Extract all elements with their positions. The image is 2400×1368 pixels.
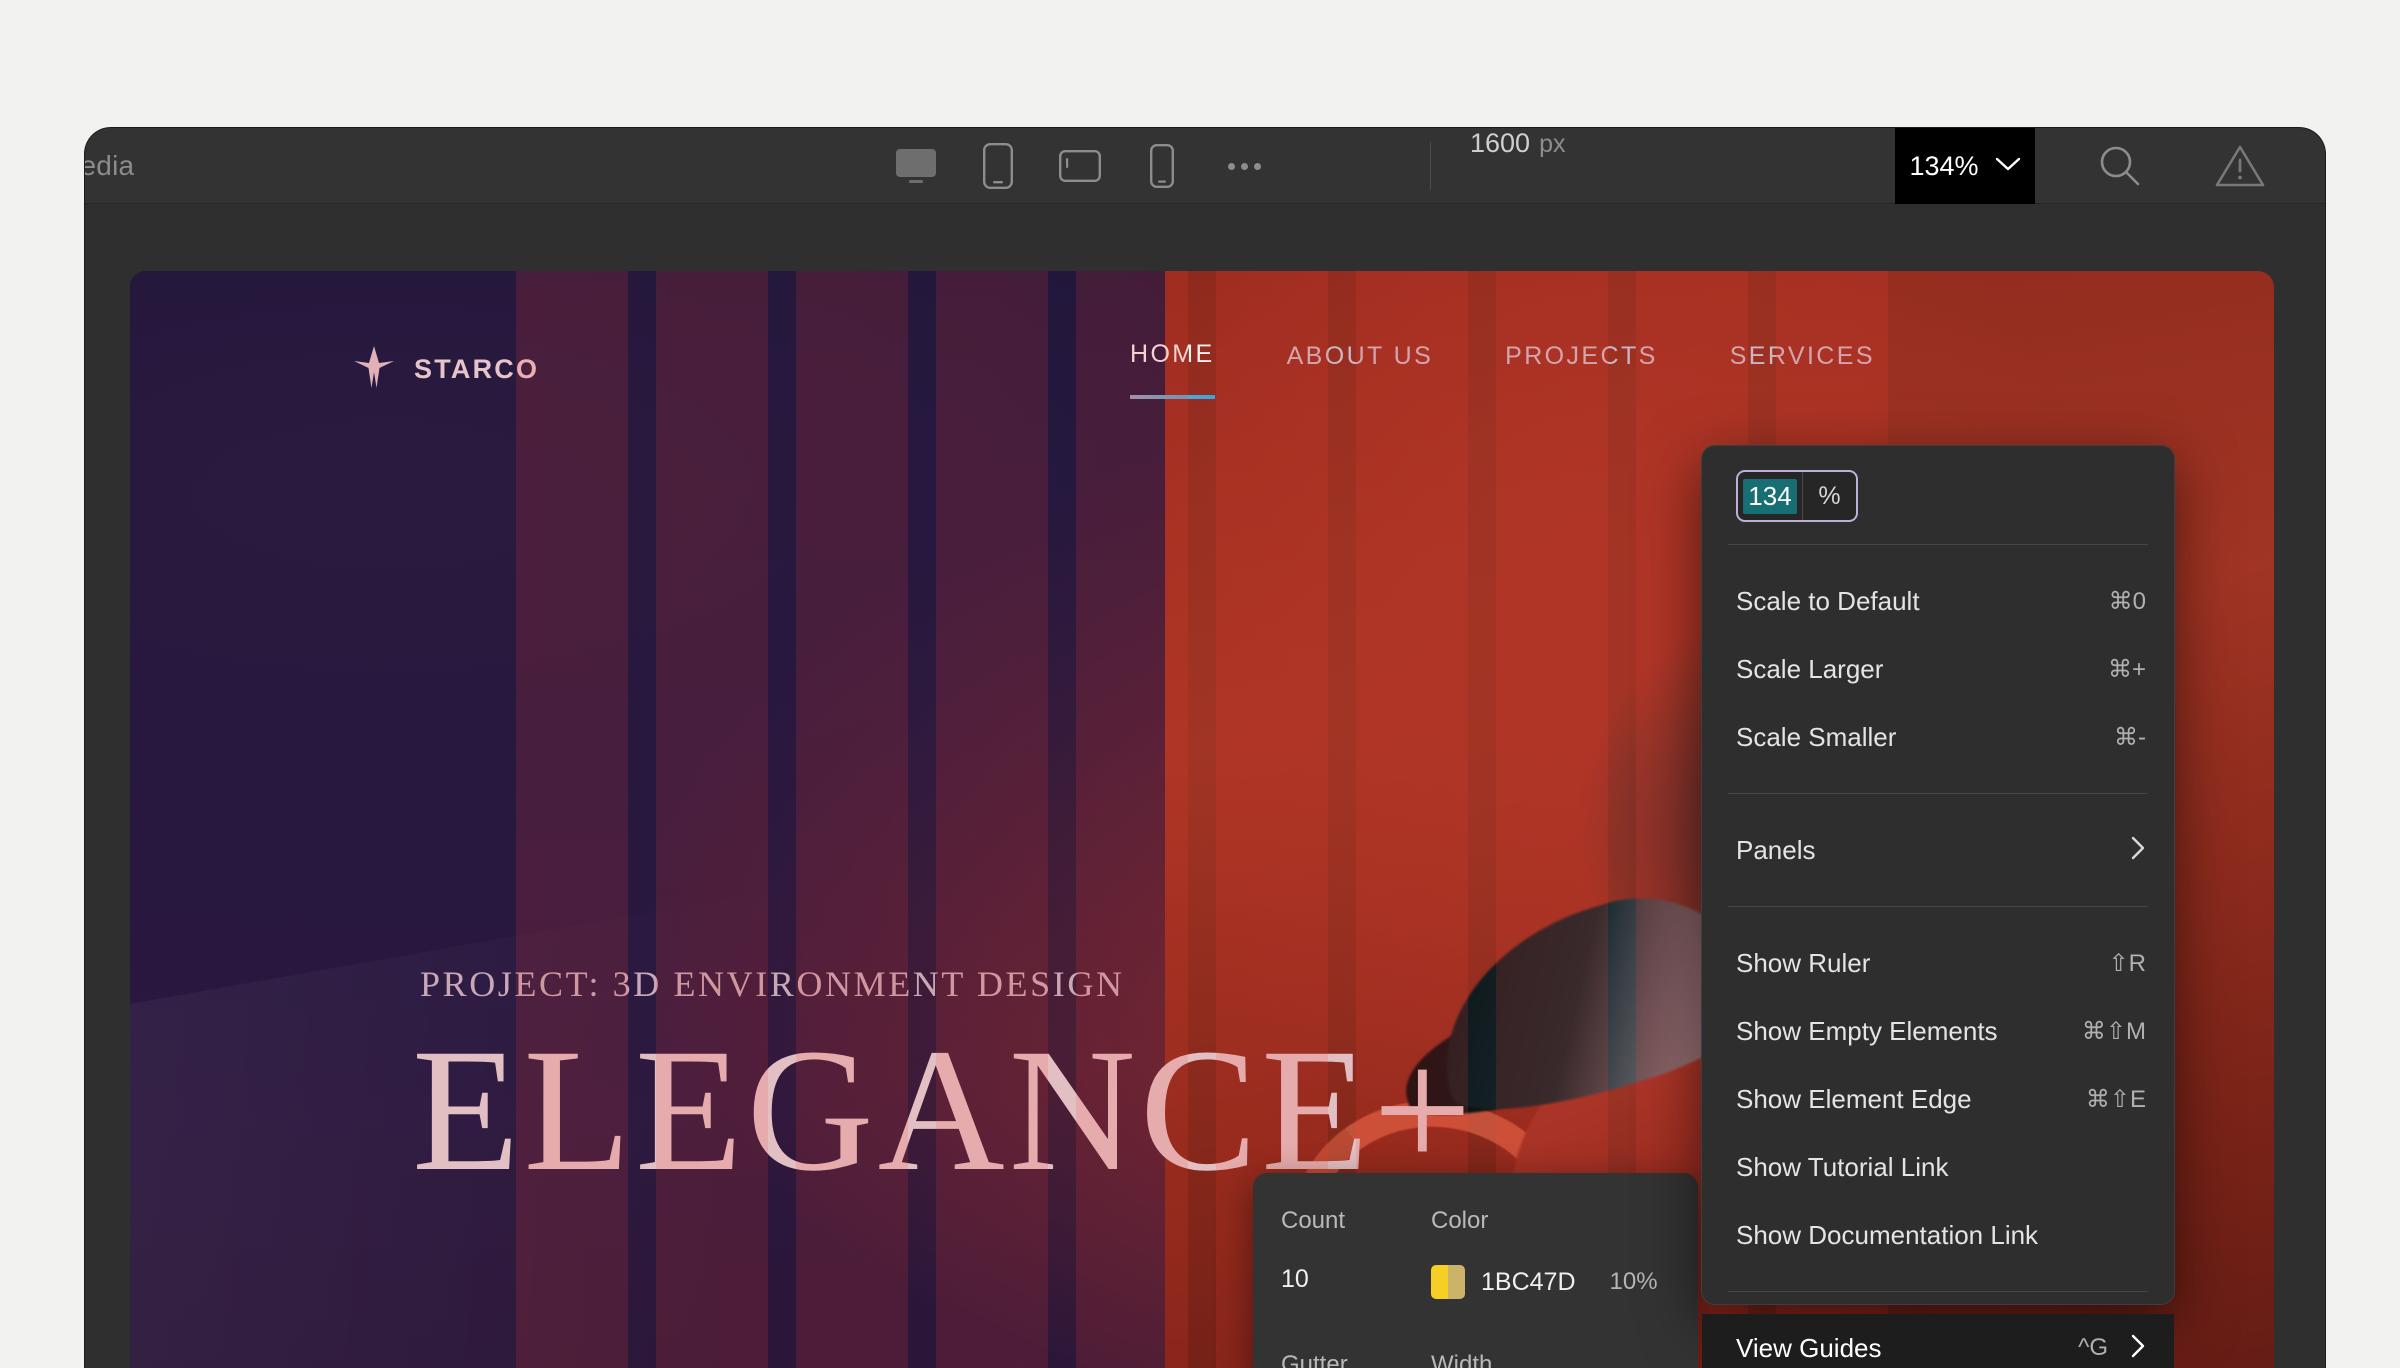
- menu-item-shortcut: ⌘0: [2108, 587, 2146, 615]
- tablet-portrait-device-icon[interactable]: [972, 142, 1024, 190]
- brand-logo[interactable]: STARCO: [352, 344, 539, 395]
- more-breakpoints-icon[interactable]: [1218, 142, 1270, 190]
- media-panel-label: Media: [85, 150, 135, 181]
- menu-item-scale-smaller[interactable]: Scale Smaller ⌘-: [1702, 703, 2174, 771]
- menu-item-shortcut: ⌘⇧M: [2081, 1017, 2146, 1045]
- menu-item-label: Scale Larger: [1736, 653, 1884, 684]
- app-window: Media 1600 px 134%: [85, 128, 2325, 1368]
- nav-link-services[interactable]: SERVICES: [1730, 342, 1875, 397]
- menu-divider: [1728, 906, 2148, 907]
- menu-item-show-empty-elements[interactable]: Show Empty Elements ⌘⇧M: [1702, 997, 2174, 1065]
- chevron-down-icon: [1995, 156, 2021, 177]
- menu-item-label: Show Element Edge: [1736, 1083, 1972, 1114]
- site-nav-links: HOME ABOUT US PROJECTS SERVICES: [1130, 340, 1875, 399]
- toolbar-divider: [1430, 142, 1431, 190]
- canvas-stage[interactable]: STARCO HOME ABOUT US PROJECTS SERVICES P…: [85, 205, 2325, 1368]
- toolbar: Media 1600 px 134%: [85, 128, 2325, 204]
- menu-item-label: Show Empty Elements: [1736, 1015, 1998, 1046]
- count-value[interactable]: 10: [1281, 1265, 1431, 1299]
- menu-divider: [1728, 544, 2148, 545]
- nav-link-projects[interactable]: PROJECTS: [1505, 342, 1658, 397]
- menu-divider: [1728, 1291, 2148, 1292]
- color-swatch-icon[interactable]: [1431, 1265, 1465, 1299]
- menu-item-shortcut: ⌘⇧E: [2085, 1085, 2146, 1113]
- desktop-device-icon[interactable]: [890, 142, 942, 190]
- zoom-dropdown-menu[interactable]: 134 % Scale to Default ⌘0 Scale Larger ⌘…: [1701, 445, 2175, 1368]
- hero-eyebrow: PROJECT: 3D ENVIRONMENT DESIGN: [420, 964, 1125, 1004]
- site-navbar: STARCO HOME ABOUT US PROJECTS SERVICES: [130, 315, 2274, 423]
- guide-settings-popover[interactable]: Count Color 10 1BC47D 10% Gutter Width 1…: [1253, 1173, 1698, 1368]
- phone-device-icon[interactable]: [1136, 142, 1188, 190]
- color-alpha-value[interactable]: 10%: [1610, 1268, 1658, 1296]
- warning-icon[interactable]: [2185, 128, 2295, 204]
- zoom-input[interactable]: 134 %: [1736, 470, 1858, 522]
- brand-name: STARCO: [414, 353, 540, 384]
- color-label: Color: [1431, 1207, 1489, 1234]
- zoom-input-wrapper: 134 %: [1702, 470, 2174, 522]
- menu-item-scale-larger[interactable]: Scale Larger ⌘+: [1702, 635, 2174, 703]
- menu-divider: [1728, 793, 2148, 794]
- zoom-input-number[interactable]: 134: [1738, 472, 1802, 520]
- menu-item-label: View Guides: [1736, 1332, 1882, 1363]
- star-logo-icon: [352, 344, 396, 395]
- menu-item-label: Show Tutorial Link: [1736, 1151, 1949, 1182]
- menu-item-label: Scale to Default: [1736, 585, 1920, 616]
- search-icon[interactable]: [2065, 128, 2175, 204]
- nav-link-home[interactable]: HOME: [1130, 340, 1215, 399]
- menu-item-label: Show Documentation Link: [1736, 1219, 2039, 1250]
- menu-item-shortcut: ⇧R: [2108, 949, 2146, 977]
- menu-item-shortcut: ⌘-: [2114, 723, 2146, 751]
- nav-link-about-us[interactable]: ABOUT US: [1287, 342, 1434, 397]
- menu-item-show-documentation-link[interactable]: Show Documentation Link: [1702, 1201, 2174, 1269]
- guide-settings-row-1: Count Color 10 1BC47D 10%: [1281, 1207, 1670, 1299]
- count-label: Count: [1281, 1207, 1346, 1234]
- menu-item-shortcut: ⌘+: [2107, 655, 2146, 683]
- canvas-width-value: 1600: [1470, 128, 1531, 158]
- color-hex-value[interactable]: 1BC47D: [1481, 1268, 1576, 1297]
- ellipsis-icon: [1227, 162, 1261, 170]
- menu-item-label: Panels: [1736, 834, 1816, 865]
- menu-item-shortcut: ^G: [2078, 1334, 2108, 1361]
- canvas-width-unit: px: [1539, 130, 1566, 158]
- menu-item-show-element-edge[interactable]: Show Element Edge ⌘⇧E: [1702, 1065, 2174, 1133]
- zoom-input-unit: %: [1802, 472, 1856, 520]
- menu-item-label: Show Ruler: [1736, 947, 1871, 978]
- menu-item-label: Scale Smaller: [1736, 721, 1897, 752]
- toolbar-left-group: Media: [85, 128, 134, 204]
- menu-item-show-tutorial-link[interactable]: Show Tutorial Link: [1702, 1133, 2174, 1201]
- chevron-right-icon: [2130, 1333, 2146, 1364]
- device-breakpoint-group: [890, 128, 1270, 204]
- zoom-level-button[interactable]: 134%: [1895, 128, 2035, 204]
- menu-item-show-ruler[interactable]: Show Ruler ⇧R: [1702, 929, 2174, 997]
- menu-item-panels[interactable]: Panels: [1702, 816, 2174, 884]
- color-value-group[interactable]: 1BC47D 10%: [1431, 1265, 1670, 1299]
- canvas-width-field[interactable]: 1600 px: [1470, 128, 1565, 204]
- menu-item-scale-to-default[interactable]: Scale to Default ⌘0: [1702, 567, 2174, 635]
- zoom-level-value: 134%: [1909, 150, 1979, 181]
- chevron-right-icon: [2130, 835, 2146, 866]
- zoom-input-value: 134: [1743, 478, 1797, 514]
- tablet-landscape-device-icon[interactable]: [1054, 142, 1106, 190]
